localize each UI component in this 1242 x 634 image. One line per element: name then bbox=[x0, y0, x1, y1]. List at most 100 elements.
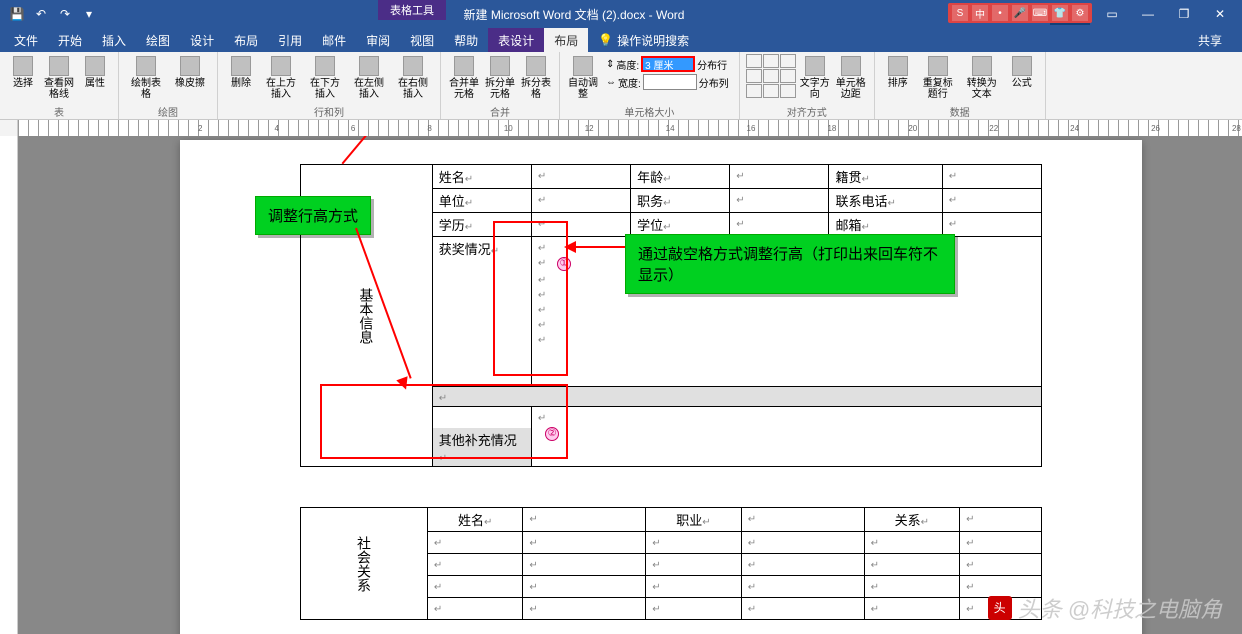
cell-phone-label: 联系电话 bbox=[829, 189, 942, 213]
tell-me-search[interactable]: 💡 操作说明搜索 bbox=[588, 28, 699, 52]
header-job: 职业 bbox=[646, 508, 742, 532]
ime-toolbar[interactable]: S 中 • 🎤 ⌨ 👕 ⚙ bbox=[948, 3, 1092, 23]
textdir-icon bbox=[805, 56, 825, 76]
tab-view[interactable]: 视图 bbox=[400, 28, 444, 52]
formula-button[interactable]: 公式 bbox=[1005, 54, 1039, 91]
tab-mailings[interactable]: 邮件 bbox=[312, 28, 356, 52]
insert-above-button[interactable]: 在上方插入 bbox=[260, 54, 302, 102]
merge-cells-button[interactable]: 合并单元格 bbox=[447, 54, 481, 102]
align-grid[interactable] bbox=[746, 54, 796, 98]
col-right-icon bbox=[403, 56, 423, 76]
cell-unit-label: 单位 bbox=[432, 189, 531, 213]
undo-icon[interactable]: ↶ bbox=[32, 5, 50, 23]
tab-review[interactable]: 审阅 bbox=[356, 28, 400, 52]
cell bbox=[741, 598, 864, 620]
group-merge-label: 合并 bbox=[490, 102, 510, 121]
eraser-icon bbox=[180, 56, 200, 76]
props-icon bbox=[85, 56, 105, 76]
cell bbox=[646, 554, 742, 576]
cell bbox=[741, 532, 864, 554]
close-icon[interactable]: ✕ bbox=[1206, 2, 1234, 26]
tab-layout[interactable]: 布局 bbox=[224, 28, 268, 52]
align-mr-icon[interactable] bbox=[780, 69, 796, 83]
split-cells-button[interactable]: 拆分单元格 bbox=[483, 54, 517, 102]
split-table-icon bbox=[526, 56, 546, 76]
restore-icon[interactable]: ❐ bbox=[1170, 2, 1198, 26]
delete-button[interactable]: 删除 bbox=[224, 54, 258, 91]
convert-text-button[interactable]: 转换为文本 bbox=[961, 54, 1003, 102]
split-icon bbox=[490, 56, 510, 76]
cell bbox=[864, 532, 960, 554]
tab-references[interactable]: 引用 bbox=[268, 28, 312, 52]
align-tc-icon[interactable] bbox=[763, 54, 779, 68]
ime-voice-icon[interactable]: 🎤 bbox=[1012, 5, 1028, 21]
draw-table-button[interactable]: 绘制表格 bbox=[125, 54, 167, 102]
align-mc-icon[interactable] bbox=[763, 69, 779, 83]
header-relation: 关系 bbox=[864, 508, 960, 532]
tab-table-design[interactable]: 表设计 bbox=[488, 28, 544, 52]
cell-margins-button[interactable]: 单元格边距 bbox=[834, 54, 868, 102]
sort-button[interactable]: 排序 bbox=[881, 54, 915, 91]
tab-draw[interactable]: 绘图 bbox=[136, 28, 180, 52]
ime-punct-icon[interactable]: • bbox=[992, 5, 1008, 21]
ime-settings-icon[interactable]: ⚙ bbox=[1072, 5, 1088, 21]
tab-table-layout[interactable]: 布局 bbox=[544, 28, 588, 52]
align-tr-icon[interactable] bbox=[780, 54, 796, 68]
ime-skin-icon[interactable]: 👕 bbox=[1052, 5, 1068, 21]
tab-file[interactable]: 文件 bbox=[4, 28, 48, 52]
cell-supplement-value: ② bbox=[531, 407, 1041, 467]
minimize-icon[interactable]: — bbox=[1134, 2, 1162, 26]
select-button[interactable]: 选择 bbox=[6, 54, 40, 91]
align-br-icon[interactable] bbox=[780, 84, 796, 98]
cell bbox=[960, 532, 1042, 554]
arrow-head-3 bbox=[564, 241, 576, 253]
properties-button[interactable]: 属性 bbox=[78, 54, 112, 91]
width-label: 宽度: bbox=[618, 75, 641, 90]
dist-rows-button[interactable]: 分布行 bbox=[697, 57, 727, 72]
align-tl-icon[interactable] bbox=[746, 54, 762, 68]
ime-lang-icon[interactable]: 中 bbox=[972, 5, 988, 21]
height-input[interactable] bbox=[641, 56, 695, 72]
horizontal-ruler[interactable]: 2468101214161820222426283032343638404244… bbox=[18, 120, 1242, 136]
align-bc-icon[interactable] bbox=[763, 84, 779, 98]
view-gridlines-button[interactable]: 查看网格线 bbox=[42, 54, 76, 102]
cell-native-value bbox=[942, 165, 1041, 189]
tab-insert[interactable]: 插入 bbox=[92, 28, 136, 52]
eraser-button[interactable]: 橡皮擦 bbox=[169, 54, 211, 91]
cell bbox=[864, 598, 960, 620]
save-icon[interactable]: 💾 bbox=[8, 5, 26, 23]
width-input[interactable] bbox=[643, 74, 697, 90]
grid-icon bbox=[49, 56, 69, 76]
tab-design[interactable]: 设计 bbox=[180, 28, 224, 52]
row-below-icon bbox=[315, 56, 335, 76]
col-left-icon bbox=[359, 56, 379, 76]
cell bbox=[523, 576, 646, 598]
tab-help[interactable]: 帮助 bbox=[444, 28, 488, 52]
cell-email-label: 邮箱 bbox=[829, 213, 942, 237]
tab-home[interactable]: 开始 bbox=[48, 28, 92, 52]
repeat-header-button[interactable]: 重复标题行 bbox=[917, 54, 959, 102]
align-ml-icon[interactable] bbox=[746, 69, 762, 83]
share-button[interactable]: 共享 bbox=[1190, 28, 1230, 52]
bulb-icon: 💡 bbox=[598, 33, 613, 47]
align-bl-icon[interactable] bbox=[746, 84, 762, 98]
autofit-icon bbox=[573, 56, 593, 76]
autofit-button[interactable]: 自动调整 bbox=[566, 54, 600, 102]
insert-below-button[interactable]: 在下方插入 bbox=[304, 54, 346, 102]
width-icon: ⇔ bbox=[606, 77, 616, 88]
select-icon bbox=[13, 56, 33, 76]
ime-keyboard-icon[interactable]: ⌨ bbox=[1032, 5, 1048, 21]
ribbon-options-icon[interactable]: ▭ bbox=[1098, 2, 1126, 26]
dist-cols-button[interactable]: 分布列 bbox=[699, 75, 729, 90]
split-table-button[interactable]: 拆分表格 bbox=[519, 54, 553, 102]
side-label-relations[interactable]: 社会关系 bbox=[301, 508, 428, 620]
relations-table[interactable]: 社会关系 姓名 职业 关系 bbox=[300, 507, 1042, 620]
insert-left-button[interactable]: 在左侧插入 bbox=[348, 54, 390, 102]
highlight-box-awardcol bbox=[493, 221, 568, 376]
vertical-ruler[interactable] bbox=[0, 136, 18, 634]
redo-icon[interactable]: ↷ bbox=[56, 5, 74, 23]
text-direction-button[interactable]: 文字方向 bbox=[798, 54, 832, 102]
qat-more-icon[interactable]: ▾ bbox=[80, 5, 98, 23]
group-rowscols-label: 行和列 bbox=[314, 102, 344, 121]
insert-right-button[interactable]: 在右侧插入 bbox=[392, 54, 434, 102]
